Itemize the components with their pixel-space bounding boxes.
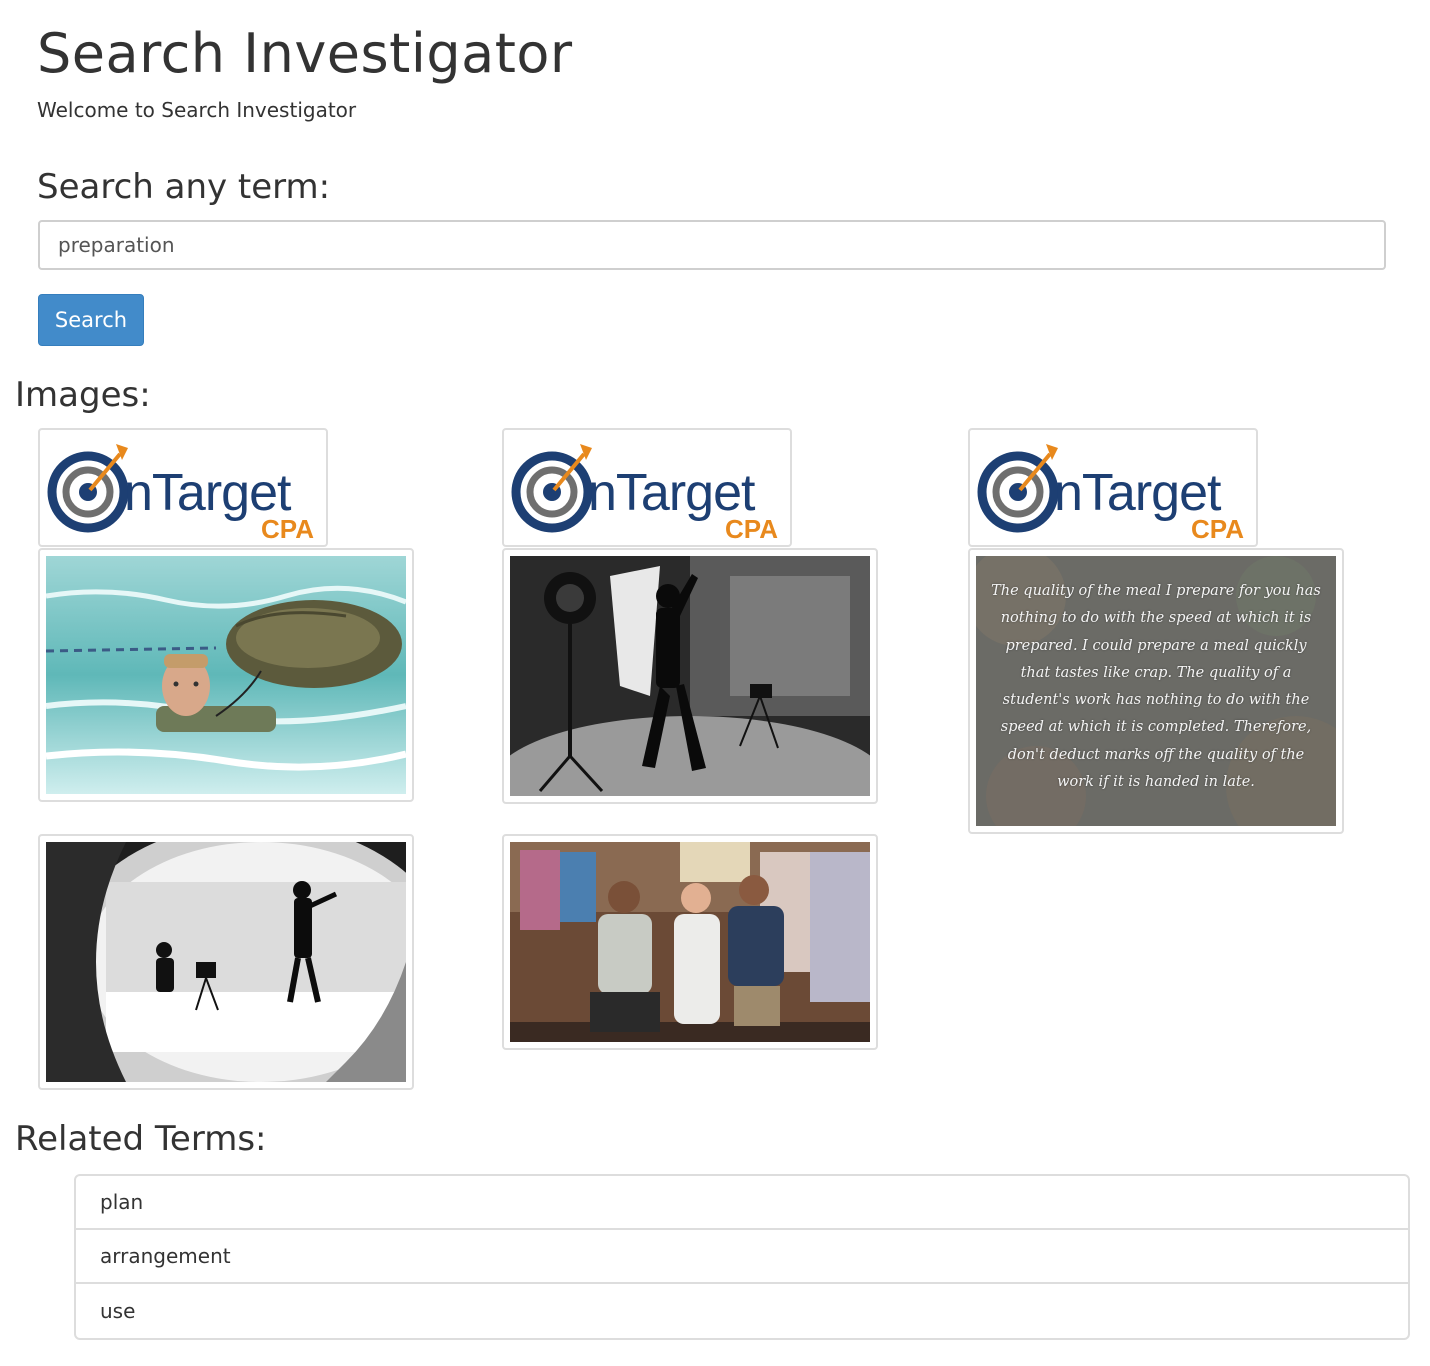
search-input[interactable] [38,220,1386,270]
search-button[interactable]: Search [38,294,144,346]
shop-group-photo [510,842,870,1042]
studio-photo-thumbnail[interactable] [502,548,878,804]
related-terms-list: plan arrangement use [74,1174,1410,1340]
quote-image-thumbnail[interactable]: The quality of the meal I prepare for yo… [968,548,1344,834]
ontarget-logo: nTarget CPA [47,444,314,544]
svg-text:CPA: CPA [725,514,778,544]
ontarget-logo-thumbnail[interactable]: nTarget CPA [502,428,792,547]
quote-image: The quality of the meal I prepare for yo… [976,556,1336,826]
related-term-item[interactable]: use [76,1284,1408,1338]
quote-text: The quality of the meal I prepare for yo… [991,583,1321,791]
swimmer-photo-thumbnail[interactable] [38,548,414,802]
swimmer-photo [46,556,406,794]
welcome-text: Welcome to Search Investigator [37,98,357,122]
ontarget-logo-thumbnail[interactable]: nTarget CPA [38,428,328,547]
tunnel-photo [46,842,406,1082]
studio-photo [510,556,870,796]
shop-group-photo-thumbnail[interactable] [502,834,878,1050]
ontarget-logo: nTarget CPA [511,444,778,544]
svg-text:CPA: CPA [261,514,314,544]
page-title: Search Investigator [37,22,573,85]
related-terms-heading: Related Terms: [15,1119,267,1159]
tunnel-photo-thumbnail[interactable] [38,834,414,1090]
search-label: Search any term: [37,167,331,207]
related-term-item[interactable]: plan [76,1176,1408,1230]
ontarget-logo: nTarget CPA [977,444,1244,544]
ontarget-logo-thumbnail[interactable]: nTarget CPA [968,428,1258,547]
svg-text:CPA: CPA [1191,514,1244,544]
related-term-item[interactable]: arrangement [76,1230,1408,1284]
images-heading: Images: [15,375,151,415]
